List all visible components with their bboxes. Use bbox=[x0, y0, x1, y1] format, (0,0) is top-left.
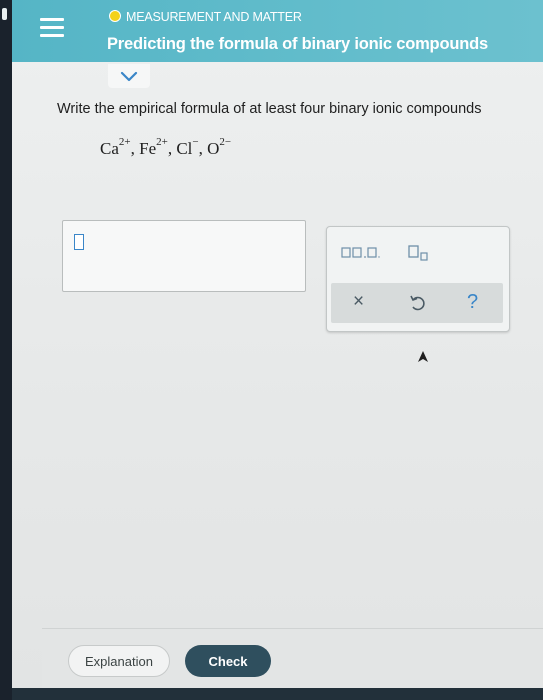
answer-input[interactable] bbox=[62, 220, 306, 292]
status-dot-icon bbox=[109, 10, 121, 22]
ion-item: Fe2+, bbox=[139, 136, 177, 158]
list-template-icon bbox=[341, 247, 380, 258]
ion-item: O2− bbox=[207, 136, 232, 158]
chevron-down-icon bbox=[120, 71, 138, 82]
left-bezel bbox=[0, 0, 12, 700]
ion-list: Ca2+, Fe2+, Cl−, O2− bbox=[100, 136, 231, 159]
footer-bar: Explanation Check bbox=[42, 628, 543, 689]
bottom-bezel bbox=[12, 688, 543, 700]
question-prompt: Write the empirical formula of at least … bbox=[57, 101, 482, 117]
subscript-icon bbox=[408, 245, 428, 261]
page-title: Predicting the formula of binary ionic c… bbox=[107, 35, 488, 53]
explanation-button[interactable]: Explanation bbox=[68, 645, 170, 677]
topic-label: MEASUREMENT AND MATTER bbox=[126, 10, 302, 24]
ion-item: Ca2+, bbox=[100, 136, 140, 158]
subscript-button[interactable] bbox=[407, 243, 433, 263]
ion-item: Cl−, bbox=[176, 136, 208, 158]
bezel-marker bbox=[2, 8, 7, 20]
mouse-cursor-icon bbox=[418, 351, 428, 362]
clear-button[interactable]: × bbox=[353, 289, 364, 315]
collapse-toggle[interactable] bbox=[108, 64, 150, 88]
action-row: × ? bbox=[331, 283, 503, 323]
undo-icon bbox=[410, 295, 425, 311]
check-button[interactable]: Check bbox=[185, 645, 271, 677]
formula-palette: × ? bbox=[326, 226, 510, 332]
undo-button[interactable] bbox=[407, 292, 429, 314]
input-placeholder-box bbox=[74, 234, 84, 250]
menu-icon[interactable] bbox=[40, 15, 64, 41]
screen: MEASUREMENT AND MATTER Predicting the fo… bbox=[12, 0, 543, 700]
help-button[interactable]: ? bbox=[467, 289, 478, 315]
list-template-button[interactable] bbox=[341, 245, 381, 261]
header-bar: MEASUREMENT AND MATTER Predicting the fo… bbox=[12, 0, 543, 62]
